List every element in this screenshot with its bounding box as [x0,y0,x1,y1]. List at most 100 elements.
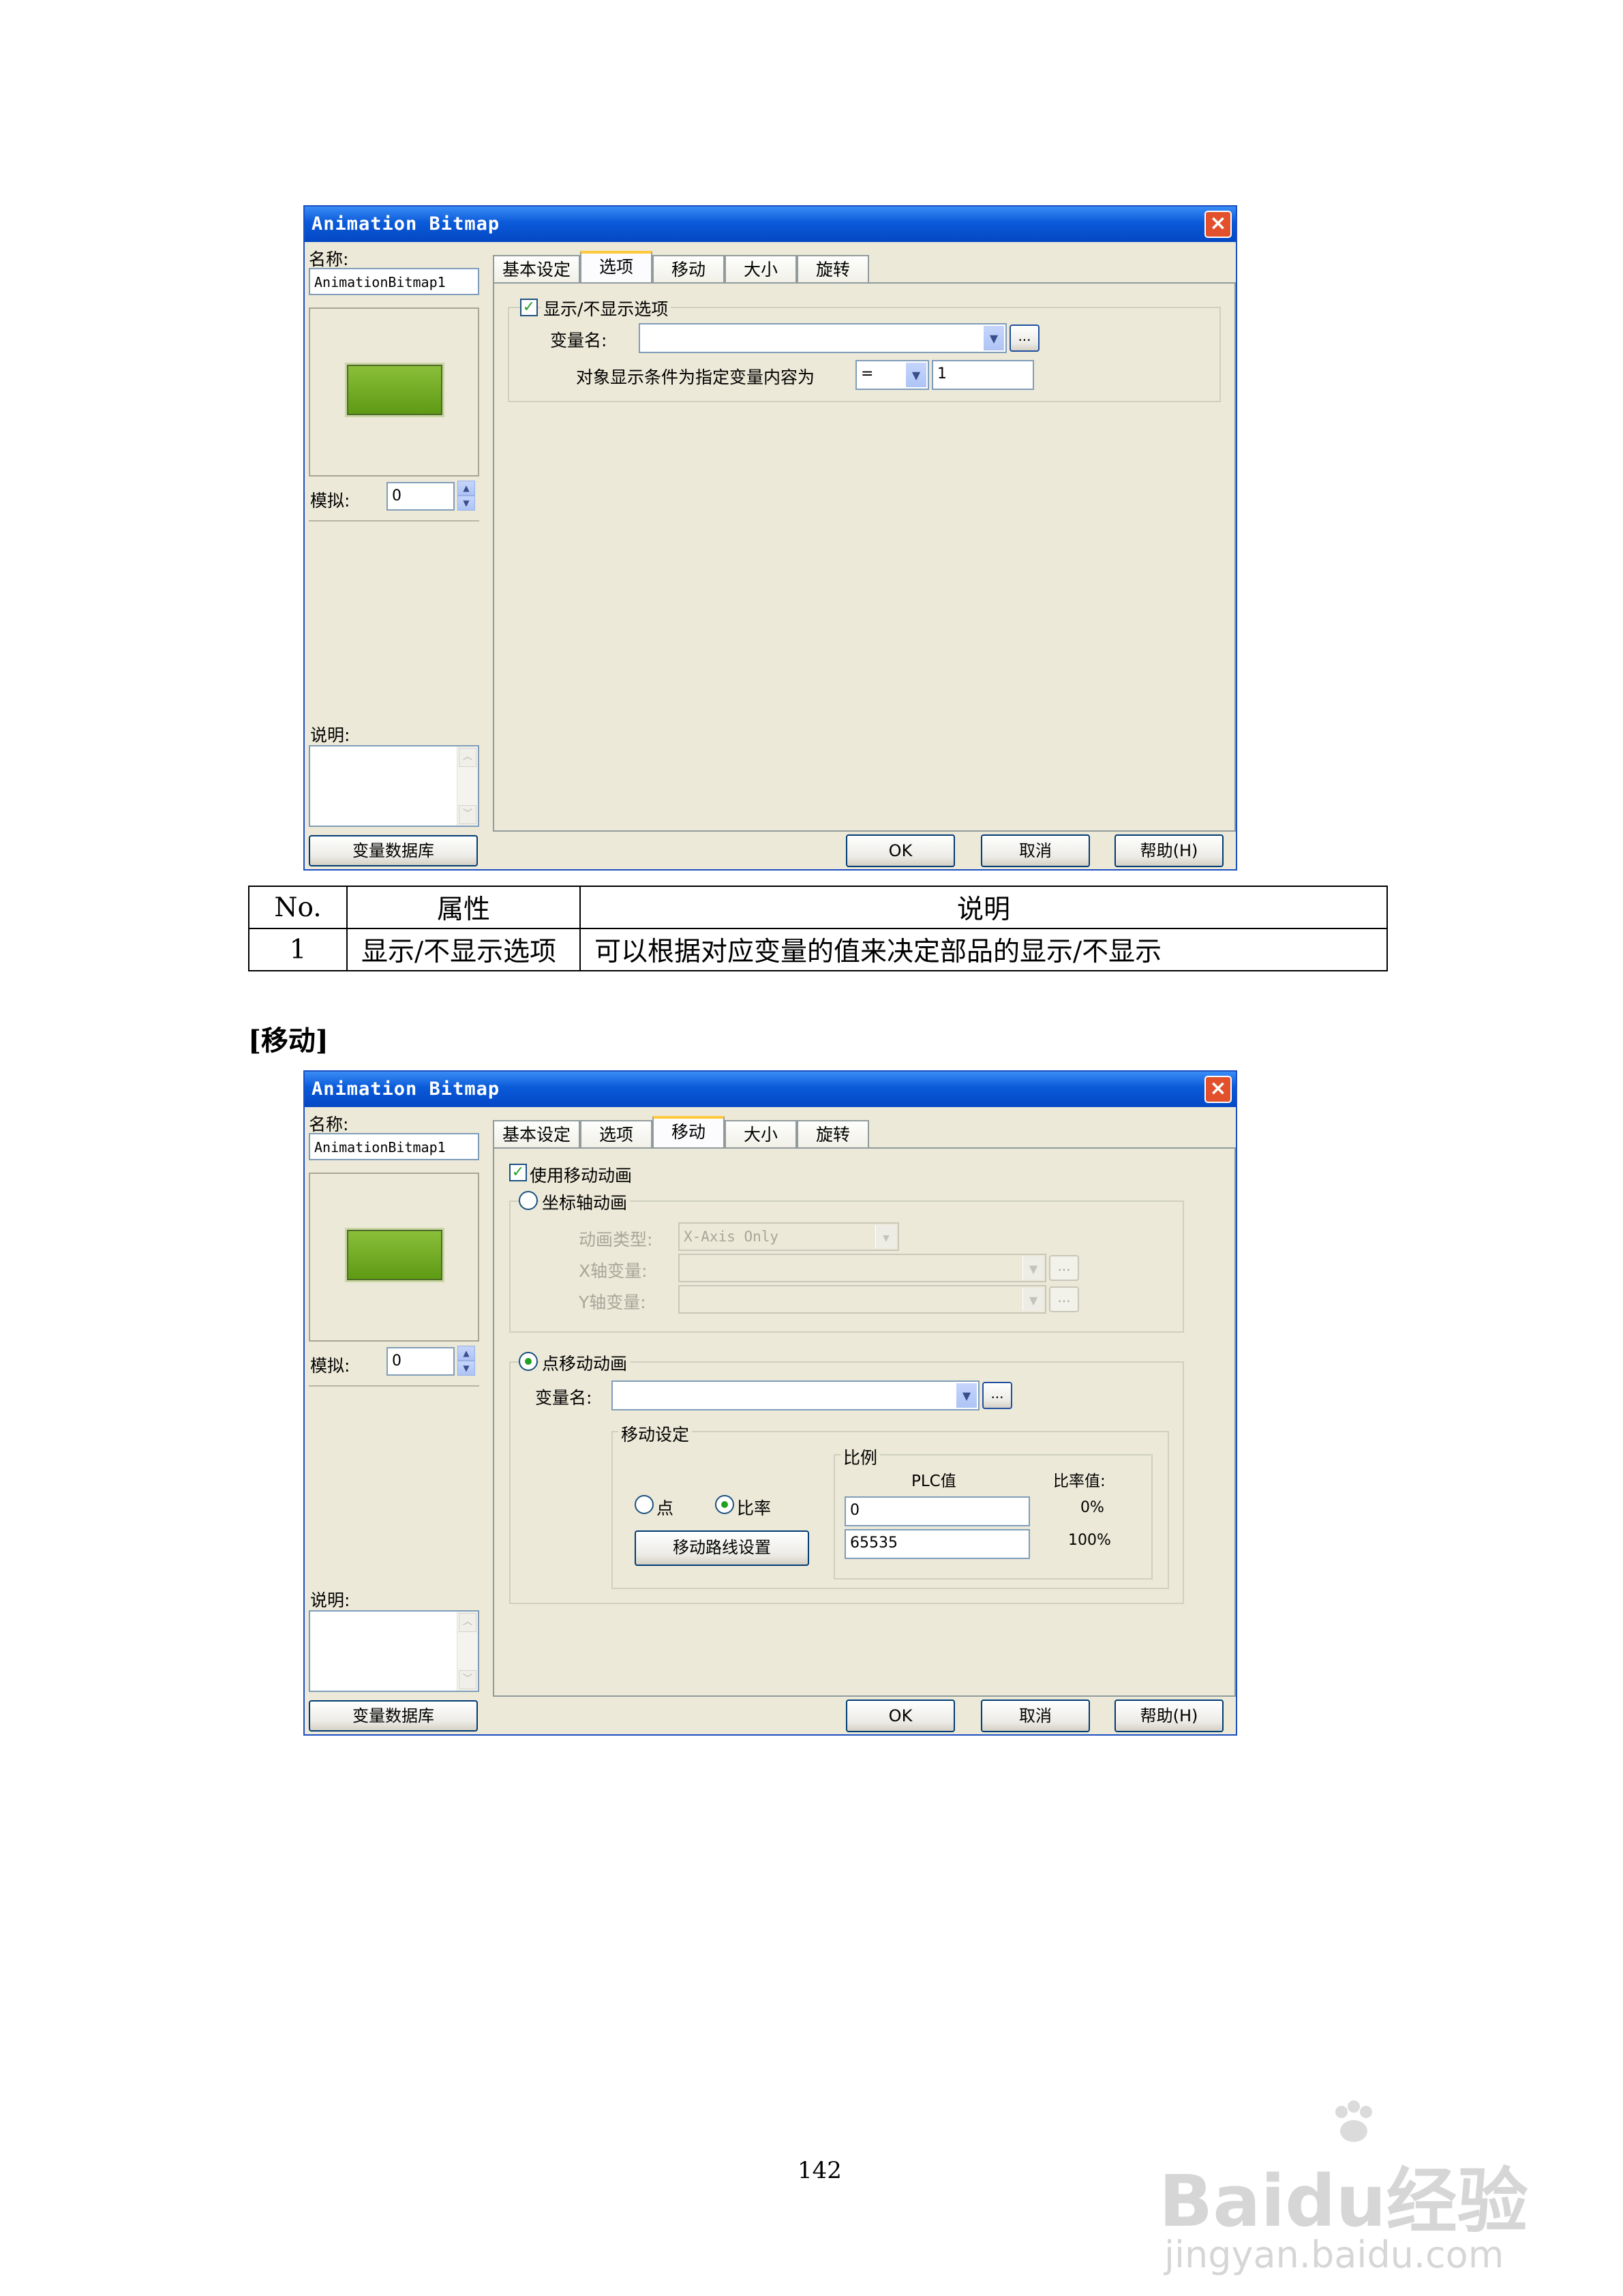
close-icon[interactable]: × [1204,1076,1232,1103]
var-label: 变量名: [550,331,607,350]
plc-label: PLC值 [911,1472,956,1490]
condition-value[interactable]: 1 [932,360,1034,390]
variable-db-button[interactable]: 变量数据库 [309,1700,478,1732]
tab-options[interactable]: 选项 [580,1120,652,1149]
tab-panel: ✓ 使用移动动画 坐标轴动画 动画类型: X-Axis Only ▼ X轴变量: … [493,1147,1236,1697]
divider [309,1385,479,1387]
chevron-down-icon[interactable]: ﹀ [459,1670,476,1689]
name-field[interactable]: AnimationBitmap1 [309,1133,479,1160]
browse-button[interactable]: ... [982,1382,1012,1409]
ok-button[interactable]: OK [846,834,955,867]
description-field[interactable]: ︿ ﹀ [309,745,479,827]
ok-button[interactable]: OK [846,1700,955,1732]
table-cell: 显示/不显示选项 [346,928,581,971]
help-button[interactable]: 帮助(H) [1114,1700,1224,1732]
path-setup-button[interactable]: 移动路线设置 [635,1530,809,1566]
title-bar: Animation Bitmap × [305,207,1236,242]
divider [309,520,479,522]
tab-panel: ✓ 显示/不显示选项 变量名: ▼ ... 对象显示条件为指定变量内容为 = ▼ … [493,282,1236,832]
sim-field[interactable]: 0 [386,1347,455,1376]
dialog-title: Animation Bitmap [312,213,500,235]
plc-max-field[interactable]: 65535 [845,1529,1030,1559]
ratio-max-value: 100% [1068,1532,1111,1549]
chevron-down-icon[interactable]: ▼ [983,326,1004,350]
tab-rotate[interactable]: 旋转 [797,255,869,284]
dialog-options: Animation Bitmap × 名称: AnimationBitmap1 … [303,205,1237,871]
chevron-up-icon[interactable]: ︿ [459,748,476,767]
watermark-logo: Baidu经验 [1159,2160,1528,2243]
point-radio[interactable] [635,1495,654,1514]
name-field[interactable]: AnimationBitmap1 [309,268,479,295]
var-label: 变量名: [535,1388,592,1408]
title-bar: Animation Bitmap × [305,1072,1236,1107]
table-header: No. [248,886,348,929]
description-field[interactable]: ︿ ﹀ [309,1610,479,1692]
chevron-down-icon[interactable]: ﹀ [459,805,476,824]
tab-move[interactable]: 移动 [652,1116,725,1149]
help-button[interactable]: 帮助(H) [1114,834,1224,867]
watermark-url: jingyan.baidu.com [1164,2233,1504,2276]
condition-label: 对象显示条件为指定变量内容为 [576,367,815,387]
anim-type-label: 动画类型: [579,1230,653,1250]
tab-basic[interactable]: 基本设定 [493,1120,580,1149]
plc-min-field[interactable]: 0 [845,1496,1030,1526]
chevron-down-icon[interactable]: ▼ [1022,1288,1044,1311]
chevron-up-icon[interactable]: ︿ [459,1613,476,1632]
variable-combo[interactable]: ▼ [639,323,1007,353]
show-hide-checkbox[interactable]: ✓ [520,299,538,316]
tab-move[interactable]: 移动 [652,255,725,284]
tab-size[interactable]: 大小 [725,255,797,284]
page-number: 142 [798,2157,842,2184]
close-icon[interactable]: × [1204,211,1232,238]
x-var-label: X轴变量: [579,1261,648,1281]
condition-operator[interactable]: = ▼ [855,360,929,390]
ratio-radio[interactable] [715,1495,734,1514]
point-anim-label: 点移动动画 [539,1350,631,1375]
bitmap-preview [347,365,442,415]
table-header: 说明 [579,886,1388,929]
preview-panel [309,307,479,477]
point-anim-radio[interactable] [519,1352,538,1371]
chevron-down-icon[interactable]: ▼ [875,1225,896,1248]
browse-button[interactable]: ... [1010,324,1040,352]
sim-spinner[interactable]: ▲ ▼ [457,481,475,512]
sim-label: 模拟: [310,1356,350,1376]
axis-anim-label: 坐标轴动画 [539,1190,631,1214]
paw-icon [1329,2100,1377,2147]
name-label: 名称: [309,250,349,269]
desc-label: 说明: [310,725,350,745]
axis-anim-radio[interactable] [519,1191,538,1210]
tab-basic[interactable]: 基本设定 [493,255,580,284]
cancel-button[interactable]: 取消 [981,1700,1090,1732]
chevron-down-icon[interactable]: ▼ [905,363,926,387]
ratio-label: 比率 [737,1498,772,1518]
scrollbar[interactable]: ︿ ﹀ [457,746,478,826]
use-move-checkbox[interactable]: ✓ [509,1164,527,1181]
variable-db-button[interactable]: 变量数据库 [309,835,478,866]
show-hide-label: 显示/不显示选项 [541,296,671,320]
y-var-label: Y轴变量: [579,1293,646,1312]
tab-size[interactable]: 大小 [725,1120,797,1149]
tab-rotate[interactable]: 旋转 [797,1120,869,1149]
preview-panel [309,1173,479,1342]
tab-options[interactable]: 选项 [580,251,652,284]
y-var-combo[interactable]: ▼ [678,1285,1046,1314]
property-table: No. 属性 说明 1 显示/不显示选项 可以根据对应变量的值来决定部品的显示/… [248,886,1388,971]
scrollbar[interactable]: ︿ ﹀ [457,1612,478,1691]
sim-label: 模拟: [310,491,350,511]
chevron-down-icon[interactable]: ▼ [956,1383,977,1408]
table-header: 属性 [346,886,581,929]
x-browse-button[interactable]: ... [1049,1255,1079,1281]
sim-field[interactable]: 0 [386,482,455,511]
scale-label: 比例 [840,1445,881,1469]
point-label: 点 [656,1498,674,1518]
cancel-button[interactable]: 取消 [981,834,1090,867]
x-var-combo[interactable]: ▼ [678,1254,1046,1282]
table-header-row: No. 属性 说明 [248,886,1388,929]
bitmap-preview [347,1230,442,1280]
sim-spinner[interactable]: ▲ ▼ [457,1346,475,1377]
y-browse-button[interactable]: ... [1049,1286,1079,1312]
chevron-down-icon[interactable]: ▼ [1022,1256,1044,1280]
anim-type-combo[interactable]: X-Axis Only ▼ [678,1222,899,1251]
variable-combo[interactable]: ▼ [611,1380,980,1410]
